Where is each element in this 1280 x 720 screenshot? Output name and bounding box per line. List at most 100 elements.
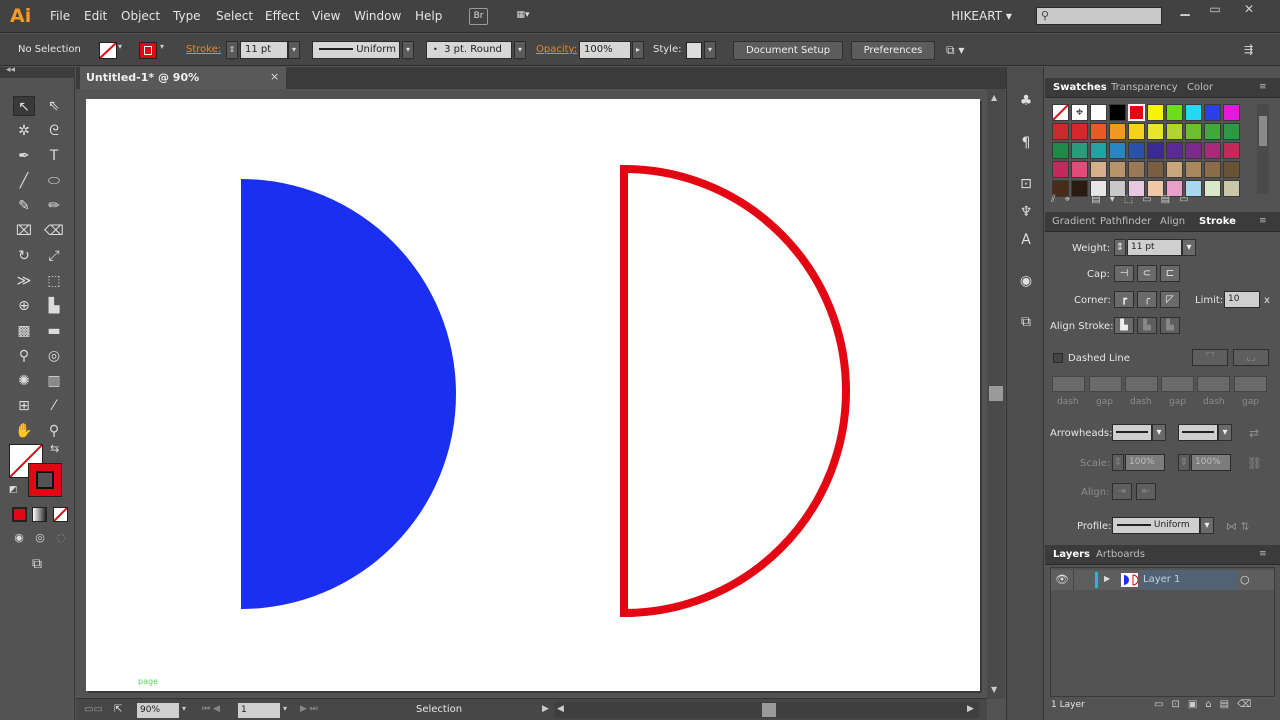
pencil-tool-icon[interactable]: ✏ bbox=[43, 196, 65, 216]
color-swatch[interactable] bbox=[1052, 142, 1069, 159]
tab-align[interactable]: Align bbox=[1160, 216, 1185, 227]
color-swatch[interactable] bbox=[1166, 104, 1183, 121]
menu-select[interactable]: Select bbox=[216, 9, 253, 23]
preserve-dash-icon[interactable]: ⌜⌝ bbox=[1192, 349, 1228, 366]
h-scroll-thumb[interactable] bbox=[762, 703, 776, 717]
document-tab[interactable]: Untitled-1* @ 90% (RGB/Preview) bbox=[80, 67, 286, 106]
zoom-dropdown-icon[interactable]: ▾ bbox=[182, 704, 186, 713]
draw-behind-icon[interactable]: ◎ bbox=[29, 528, 51, 548]
ellipse-tool-icon[interactable]: ⬭ bbox=[43, 171, 65, 191]
round-join-icon[interactable]: ╭ bbox=[1137, 291, 1157, 308]
perspective-grid-tool-icon[interactable]: ▙ bbox=[43, 296, 65, 316]
start-arrowhead-select[interactable] bbox=[1112, 424, 1152, 441]
lasso-tool-icon[interactable]: ᘓ bbox=[43, 121, 65, 141]
dash-field-1[interactable] bbox=[1052, 376, 1085, 392]
type-tool-icon[interactable]: T bbox=[43, 146, 65, 166]
bevel-join-icon[interactable]: ◸ bbox=[1160, 291, 1180, 308]
gradient-mode-icon[interactable] bbox=[32, 507, 47, 522]
status-tool-label[interactable]: Selection bbox=[416, 704, 462, 715]
close-tab-icon[interactable]: × bbox=[270, 70, 279, 83]
eyedropper-tool-icon[interactable]: ⚲ bbox=[13, 346, 35, 366]
scroll-left-icon[interactable]: ◀ bbox=[557, 704, 564, 714]
round-cap-icon[interactable]: ⊂ bbox=[1137, 265, 1157, 282]
align-dash-icon[interactable]: ⌞⌟ bbox=[1233, 349, 1269, 366]
swatches-footer-icons[interactable]: ⫽⌖ ▤▾⬚▭▤▭ bbox=[1051, 194, 1276, 208]
profile-dropdown-icon[interactable]: ▾ bbox=[402, 41, 414, 59]
profile-select[interactable]: Uniform bbox=[1112, 517, 1200, 534]
menu-window[interactable]: Window bbox=[354, 9, 401, 23]
menu-object[interactable]: Object bbox=[121, 9, 160, 23]
rotate-tool-icon[interactable]: ↻ bbox=[13, 246, 35, 266]
shape-builder-tool-icon[interactable]: ⊕ bbox=[13, 296, 35, 316]
arrow-align-tip-icon[interactable]: ⇥ bbox=[1112, 483, 1132, 500]
layers-footer-icons[interactable]: ▭⊡▣⌂▤⌫ bbox=[1154, 699, 1259, 710]
column-graph-tool-icon[interactable]: ▥ bbox=[43, 371, 65, 391]
first-artboard-icon[interactable]: ⏮ ◀ bbox=[202, 704, 220, 714]
color-swatch[interactable] bbox=[1166, 161, 1183, 178]
direct-selection-tool-icon[interactable]: ⇖ bbox=[43, 96, 65, 116]
control-menu-icon[interactable]: ⇶ bbox=[1244, 43, 1253, 56]
tab-color[interactable]: Color bbox=[1187, 82, 1213, 93]
mesh-tool-icon[interactable]: ▩ bbox=[13, 321, 35, 341]
opacity-field[interactable]: 100% bbox=[579, 41, 631, 59]
links-icon[interactable]: ⧉ bbox=[1015, 312, 1037, 332]
color-swatch[interactable] bbox=[1166, 123, 1183, 140]
zoom-tool-icon[interactable]: ⚲ bbox=[43, 421, 65, 441]
tab-stroke[interactable]: Stroke bbox=[1199, 216, 1236, 227]
scale-start-field[interactable]: 100% bbox=[1125, 454, 1165, 471]
appearance-icon[interactable]: ◉ bbox=[1015, 271, 1037, 291]
dash-field-3[interactable] bbox=[1197, 376, 1230, 392]
color-swatch[interactable] bbox=[1071, 142, 1088, 159]
color-swatch[interactable] bbox=[1223, 161, 1240, 178]
projecting-cap-icon[interactable]: ⊏ bbox=[1160, 265, 1180, 282]
menu-edit[interactable]: Edit bbox=[84, 9, 107, 23]
hand-tool-icon[interactable]: ✋ bbox=[13, 421, 35, 441]
link-scale-icon[interactable]: ⛓ bbox=[1247, 456, 1262, 470]
end-arrowhead-select[interactable] bbox=[1178, 424, 1218, 441]
color-swatch[interactable] bbox=[1071, 161, 1088, 178]
color-swatch[interactable] bbox=[1223, 123, 1240, 140]
width-tool-icon[interactable]: ≫ bbox=[13, 271, 35, 291]
eraser-tool-icon[interactable]: ⌫ bbox=[43, 221, 65, 241]
color-swatch[interactable] bbox=[1223, 142, 1240, 159]
align-inside-icon[interactable]: ▙ bbox=[1137, 317, 1157, 334]
scale-end-stepper-icon[interactable]: ⇕ bbox=[1178, 454, 1190, 471]
color-swatch[interactable] bbox=[1090, 161, 1107, 178]
stroke-box[interactable] bbox=[28, 463, 62, 497]
character-icon[interactable]: A bbox=[1015, 230, 1037, 250]
status-menu-icon[interactable]: ▶ bbox=[542, 704, 549, 714]
last-artboard-icon[interactable]: ▶ ⏭ bbox=[300, 704, 318, 714]
artboard-tool-icon[interactable]: ⊞ bbox=[13, 396, 35, 416]
menu-type[interactable]: Type bbox=[173, 9, 201, 23]
swap-fill-stroke-icon[interactable]: ⇆ bbox=[50, 442, 59, 455]
color-swatch[interactable] bbox=[1147, 123, 1164, 140]
end-arrowhead-dropdown-icon[interactable]: ▾ bbox=[1218, 424, 1232, 441]
color-swatch[interactable] bbox=[1128, 161, 1145, 178]
color-swatch[interactable] bbox=[1052, 104, 1069, 121]
color-swatch[interactable] bbox=[1185, 142, 1202, 159]
color-swatch[interactable] bbox=[1128, 104, 1145, 121]
align-outside-icon[interactable]: ▙ bbox=[1160, 317, 1180, 334]
color-swatch[interactable] bbox=[1090, 142, 1107, 159]
zoom-field[interactable]: 90% bbox=[137, 703, 179, 718]
graphic-style-swatch[interactable] bbox=[686, 42, 702, 59]
blue-half-circle[interactable] bbox=[241, 179, 456, 609]
color-swatch[interactable] bbox=[1204, 104, 1221, 121]
maximize-button[interactable]: ▭ bbox=[1200, 2, 1230, 18]
tab-gradient[interactable]: Gradient bbox=[1052, 216, 1096, 227]
symbol-sprayer-tool-icon[interactable]: ✺ bbox=[13, 371, 35, 391]
color-swatch[interactable] bbox=[1052, 161, 1069, 178]
miter-join-icon[interactable]: ┏ bbox=[1114, 291, 1134, 308]
layer-target-icon[interactable]: ○ bbox=[1240, 573, 1250, 586]
color-swatch[interactable] bbox=[1109, 161, 1126, 178]
color-swatch[interactable] bbox=[1204, 161, 1221, 178]
stroke-dropdown-icon[interactable]: ▾ bbox=[160, 42, 164, 51]
tab-layers[interactable]: Layers bbox=[1053, 549, 1090, 560]
arrow-align-end-icon[interactable]: ⇤ bbox=[1136, 483, 1156, 500]
tab-transparency[interactable]: Transparency bbox=[1111, 82, 1178, 93]
align-center-icon[interactable]: ▙ bbox=[1114, 317, 1134, 334]
layer-row[interactable]: 👁 ▶ Layer 1 ○ bbox=[1051, 570, 1274, 590]
stroke-weight-dropdown-icon[interactable]: ▾ bbox=[288, 41, 300, 59]
butt-cap-icon[interactable]: ⊣ bbox=[1114, 265, 1134, 282]
scroll-right-icon[interactable]: ▶ bbox=[967, 704, 974, 714]
